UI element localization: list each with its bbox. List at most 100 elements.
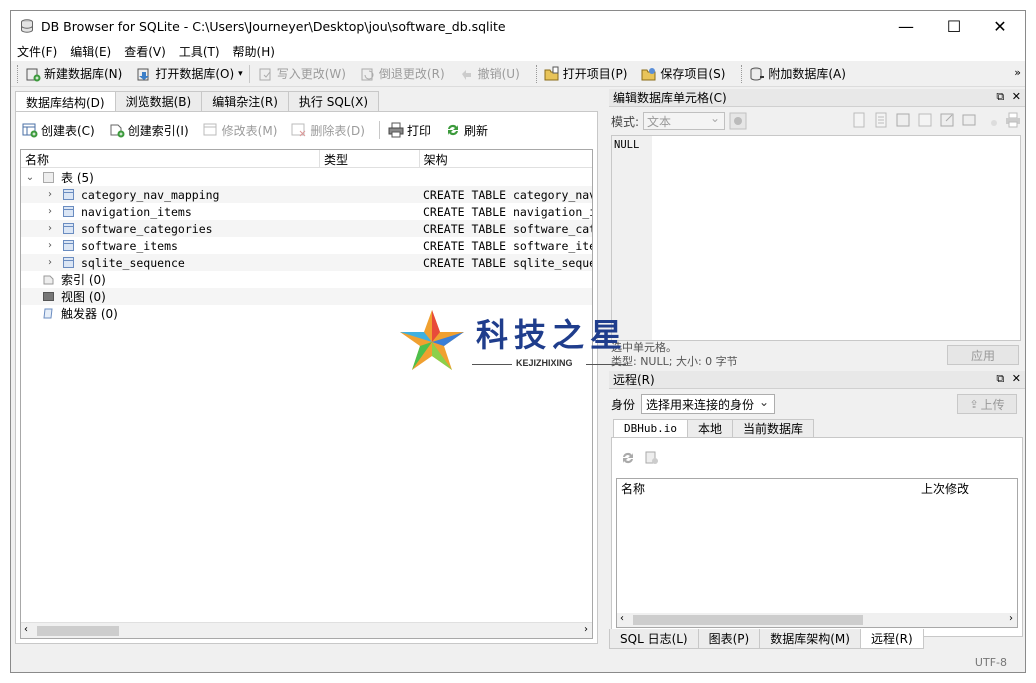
export-icon[interactable] bbox=[873, 112, 889, 128]
chevron-right-icon[interactable]: › bbox=[45, 257, 55, 268]
column-header-name[interactable]: 名称 bbox=[621, 480, 645, 497]
maximize-button[interactable]: ☐ bbox=[931, 11, 977, 41]
delete-table-button[interactable]: 删除表(D) bbox=[291, 119, 365, 141]
create-table-button[interactable]: 创建表(C) bbox=[22, 119, 95, 141]
clone-database-icon[interactable] bbox=[644, 450, 660, 466]
tree-node-views[interactable]: 视图 (0) bbox=[21, 288, 592, 305]
table-row[interactable]: › software_items CREATE TABLE software_i… bbox=[21, 237, 592, 254]
remote-tab-bar: DBHub.io 本地 当前数据库 bbox=[613, 419, 815, 437]
mode-select[interactable]: 文本 bbox=[643, 111, 726, 130]
chevron-right-icon[interactable]: › bbox=[45, 223, 55, 234]
tree-node-indexes[interactable]: 索引 (0) bbox=[21, 271, 592, 288]
create-index-button[interactable]: 创建索引(I) bbox=[109, 119, 189, 141]
remote-list[interactable]: 名称 上次修改 ‹ › bbox=[616, 478, 1018, 628]
tab-db-schema[interactable]: 数据库架构(M) bbox=[759, 629, 861, 649]
tab-browse-data[interactable]: 浏览数据(B) bbox=[114, 91, 203, 111]
views-label: 视图 (0) bbox=[61, 290, 106, 304]
horizontal-scrollbar[interactable]: ‹ › bbox=[21, 622, 592, 638]
scroll-right-arrow[interactable]: › bbox=[584, 624, 588, 635]
write-changes-button[interactable]: 写入更改(W) bbox=[258, 63, 346, 85]
chevron-right-icon[interactable]: › bbox=[45, 189, 55, 200]
star-logo-icon bbox=[400, 310, 464, 370]
watermark: 科技之星 KEJIZHIXING bbox=[398, 308, 638, 378]
horizontal-scrollbar[interactable]: ‹ › bbox=[617, 613, 1017, 627]
table-row[interactable]: › navigation_items CREATE TABLE navigati… bbox=[21, 203, 592, 220]
toolbar-grip[interactable] bbox=[17, 64, 20, 83]
upload-button[interactable]: ⇪ 上传 bbox=[957, 394, 1017, 414]
close-button[interactable]: ✕ bbox=[977, 11, 1023, 41]
open-external-icon[interactable] bbox=[939, 112, 955, 128]
open-database-button[interactable]: 打开数据库(O) bbox=[136, 63, 234, 85]
table-row[interactable]: › software_categories CREATE TABLE softw… bbox=[21, 220, 592, 237]
print-cell-icon[interactable] bbox=[1005, 112, 1021, 128]
identity-select[interactable]: 选择用来连接的身份 bbox=[641, 394, 776, 414]
cell-editor[interactable]: NULL bbox=[611, 135, 1021, 341]
menu-view[interactable]: 查看(V) bbox=[124, 43, 166, 60]
menu-edit[interactable]: 编辑(E) bbox=[70, 43, 111, 60]
open-project-button[interactable]: 打开项目(P) bbox=[544, 63, 627, 85]
table-row[interactable]: › sqlite_sequence CREATE TABLE sqlite_se… bbox=[21, 254, 592, 271]
tab-plot[interactable]: 图表(P) bbox=[697, 629, 761, 649]
save-cell-icon[interactable] bbox=[895, 112, 911, 128]
table-icon bbox=[63, 223, 74, 234]
float-dock-icon[interactable]: ⧉ bbox=[996, 372, 1004, 385]
tab-remote[interactable]: 远程(R) bbox=[859, 629, 924, 649]
tables-label: 表 (5) bbox=[61, 171, 94, 185]
encoding-indicator: UTF-8 bbox=[974, 655, 1007, 669]
toolbar-grip[interactable] bbox=[535, 64, 539, 83]
menu-help[interactable]: 帮助(H) bbox=[233, 43, 275, 60]
schema-tree[interactable]: 名称 类型 架构 ⌄ 表 (5) › category_nav_mapping … bbox=[20, 149, 593, 639]
tab-database-structure[interactable]: 数据库结构(D) bbox=[15, 91, 116, 112]
column-header-schema[interactable]: 架构 bbox=[420, 150, 592, 168]
column-header-name[interactable]: 名称 bbox=[21, 150, 320, 168]
tab-current-database[interactable]: 当前数据库 bbox=[732, 419, 815, 437]
column-header-type[interactable]: 类型 bbox=[320, 150, 420, 168]
save-project-button[interactable]: 保存项目(S) bbox=[641, 63, 725, 85]
import-icon[interactable] bbox=[851, 112, 867, 128]
undo-label: 撤销(U) bbox=[477, 67, 520, 81]
close-dock-icon[interactable]: ✕ bbox=[1012, 372, 1021, 385]
tree-node-tables[interactable]: ⌄ 表 (5) bbox=[21, 169, 592, 186]
refresh-icon[interactable] bbox=[620, 450, 636, 466]
toolbar-overflow-button[interactable]: » bbox=[1014, 66, 1021, 79]
modify-table-button[interactable]: 修改表(M) bbox=[203, 119, 277, 141]
view-icon bbox=[43, 292, 54, 301]
apply-button[interactable]: 应用 bbox=[947, 345, 1019, 365]
close-dock-icon[interactable]: ✕ bbox=[1012, 90, 1021, 103]
print-button[interactable]: 打印 bbox=[388, 119, 431, 141]
image-icon[interactable] bbox=[961, 112, 977, 128]
delete-table-icon bbox=[291, 123, 306, 137]
attach-database-button[interactable]: 附加数据库(A) bbox=[749, 63, 846, 85]
chevron-down-icon[interactable]: ⌄ bbox=[25, 172, 35, 183]
indexes-label: 索引 (0) bbox=[61, 273, 106, 287]
table-row[interactable]: › category_nav_mapping CREATE TABLE cate… bbox=[21, 186, 592, 203]
tab-sql-log[interactable]: SQL 日志(L) bbox=[609, 629, 699, 649]
scroll-left-arrow[interactable]: ‹ bbox=[24, 624, 28, 635]
minimize-button[interactable]: — bbox=[883, 11, 929, 41]
scroll-right-arrow[interactable]: › bbox=[1009, 613, 1013, 624]
refresh-button[interactable]: 刷新 bbox=[445, 119, 488, 141]
scrollbar-thumb[interactable] bbox=[633, 615, 863, 625]
revert-changes-button[interactable]: 倒退更改(R) bbox=[360, 63, 445, 85]
word-wrap-icon[interactable] bbox=[983, 112, 999, 128]
chevron-right-icon[interactable]: › bbox=[45, 206, 55, 217]
auto-format-icon[interactable] bbox=[729, 112, 747, 130]
tab-edit-pragmas[interactable]: 编辑杂注(R) bbox=[201, 91, 289, 111]
tab-local[interactable]: 本地 bbox=[686, 419, 733, 437]
new-database-button[interactable]: 新建数据库(N) bbox=[25, 63, 122, 85]
menu-file[interactable]: 文件(F) bbox=[17, 43, 57, 60]
remote-body: 名称 上次修改 ‹ › bbox=[611, 437, 1023, 637]
column-header-last-modified[interactable]: 上次修改 bbox=[921, 480, 969, 497]
tab-execute-sql[interactable]: 执行 SQL(X) bbox=[287, 91, 380, 111]
scroll-left-arrow[interactable]: ‹ bbox=[620, 613, 624, 624]
scrollbar-thumb[interactable] bbox=[37, 626, 119, 636]
table-icon bbox=[63, 206, 74, 217]
chevron-right-icon[interactable]: › bbox=[45, 240, 55, 251]
tab-dbhub[interactable]: DBHub.io bbox=[613, 419, 688, 437]
toolbar-grip[interactable] bbox=[741, 64, 744, 83]
float-dock-icon[interactable]: ⧉ bbox=[996, 90, 1004, 103]
undo-button[interactable]: 撤销(U) bbox=[459, 63, 520, 85]
open-database-dropdown[interactable]: ▾ bbox=[238, 63, 243, 85]
set-null-icon[interactable] bbox=[917, 112, 933, 128]
menu-tools[interactable]: 工具(T) bbox=[179, 43, 220, 60]
